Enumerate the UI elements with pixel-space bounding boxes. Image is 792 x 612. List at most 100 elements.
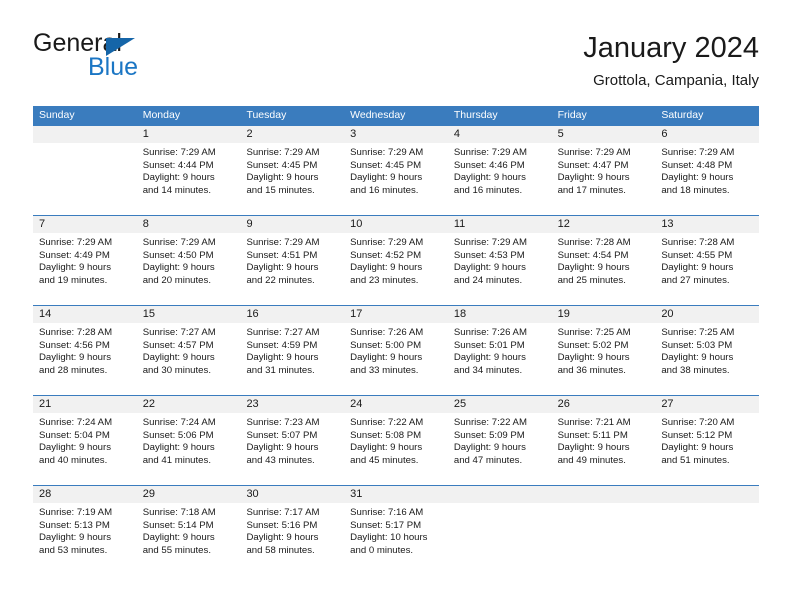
sunset-text: Sunset: 5:04 PM — [39, 429, 110, 441]
day-cell[interactable]: 29 Sunrise: 7:18 AM Sunset: 5:14 PM Dayl… — [136, 486, 241, 575]
day-cell[interactable]: 11 Sunrise: 7:29 AM Sunset: 4:53 PM Dayl… — [447, 216, 552, 305]
day-number: 19 — [557, 308, 570, 320]
day-cell[interactable]: 12 Sunrise: 7:28 AM Sunset: 4:54 PM Dayl… — [551, 216, 656, 305]
day-details: Sunrise: 7:28 AM Sunset: 4:56 PM Dayligh… — [33, 323, 137, 377]
daylight-text-line2: and 41 minutes. — [142, 454, 211, 466]
day-cell[interactable]: 2 Sunrise: 7:29 AM Sunset: 4:45 PM Dayli… — [240, 126, 345, 215]
day-cell[interactable]: 13 Sunrise: 7:28 AM Sunset: 4:55 PM Dayl… — [655, 216, 760, 305]
day-number-band: 1 — [136, 126, 241, 143]
day-cell[interactable]: 10 Sunrise: 7:29 AM Sunset: 4:52 PM Dayl… — [344, 216, 448, 305]
weekday-header-thursday: Thursday — [453, 109, 498, 121]
daylight-text-line2: and 51 minutes. — [661, 454, 730, 466]
day-cell[interactable]: 18 Sunrise: 7:26 AM Sunset: 5:01 PM Dayl… — [447, 306, 552, 395]
sunrise-text: Sunrise: 7:25 AM — [557, 327, 631, 338]
sunrise-text: Sunrise: 7:27 AM — [246, 327, 320, 338]
daylight-text-line2: and 27 minutes. — [661, 274, 730, 286]
day-cell[interactable] — [655, 486, 760, 575]
day-details: Sunrise: 7:29 AM Sunset: 4:44 PM Dayligh… — [137, 143, 241, 197]
daylight-text-line2: and 18 minutes. — [661, 184, 730, 196]
day-details: Sunrise: 7:28 AM Sunset: 4:54 PM Dayligh… — [552, 233, 656, 287]
day-details: Sunrise: 7:24 AM Sunset: 5:06 PM Dayligh… — [137, 413, 241, 467]
day-cell[interactable]: 27 Sunrise: 7:20 AM Sunset: 5:12 PM Dayl… — [655, 396, 760, 485]
day-details: Sunrise: 7:26 AM Sunset: 5:00 PM Dayligh… — [344, 323, 448, 377]
daylight-text-line2: and 36 minutes. — [557, 364, 626, 376]
day-cell[interactable]: 28 Sunrise: 7:19 AM Sunset: 5:13 PM Dayl… — [33, 486, 137, 575]
day-number-band: 6 — [655, 126, 760, 143]
day-number: 5 — [557, 128, 564, 140]
sunset-text: Sunset: 4:57 PM — [142, 339, 214, 351]
day-cell[interactable]: 24 Sunrise: 7:22 AM Sunset: 5:08 PM Dayl… — [344, 396, 448, 485]
daylight-text-line2: and 23 minutes. — [350, 274, 419, 286]
day-cell[interactable]: 15 Sunrise: 7:27 AM Sunset: 4:57 PM Dayl… — [136, 306, 241, 395]
day-number: 6 — [661, 128, 668, 140]
day-cell[interactable]: 25 Sunrise: 7:22 AM Sunset: 5:09 PM Dayl… — [447, 396, 552, 485]
day-cell[interactable] — [551, 486, 656, 575]
day-cell[interactable]: 7 Sunrise: 7:29 AM Sunset: 4:49 PM Dayli… — [33, 216, 137, 305]
week-row: 1 Sunrise: 7:29 AM Sunset: 4:44 PM Dayli… — [33, 125, 760, 215]
calendar-page: General Blue January 2024 Grottola, Camp… — [0, 0, 792, 612]
day-number: 3 — [350, 128, 357, 140]
day-number-band: 11 — [447, 216, 552, 233]
daylight-text-line1: Daylight: 9 hours — [142, 352, 215, 364]
sunrise-text: Sunrise: 7:29 AM — [453, 147, 527, 158]
weekday-header-wednesday: Wednesday — [350, 109, 406, 121]
sunset-text: Sunset: 4:59 PM — [246, 339, 318, 351]
day-cell[interactable]: 17 Sunrise: 7:26 AM Sunset: 5:00 PM Dayl… — [344, 306, 448, 395]
daylight-text-line1: Daylight: 9 hours — [453, 262, 526, 274]
sunrise-text: Sunrise: 7:18 AM — [142, 507, 216, 518]
sunset-text: Sunset: 4:48 PM — [661, 159, 733, 171]
day-cell[interactable]: 8 Sunrise: 7:29 AM Sunset: 4:50 PM Dayli… — [136, 216, 241, 305]
day-cell[interactable]: 5 Sunrise: 7:29 AM Sunset: 4:47 PM Dayli… — [551, 126, 656, 215]
sunrise-text: Sunrise: 7:25 AM — [661, 327, 735, 338]
day-details: Sunrise: 7:16 AM Sunset: 5:17 PM Dayligh… — [344, 503, 448, 557]
day-cell[interactable]: 4 Sunrise: 7:29 AM Sunset: 4:46 PM Dayli… — [447, 126, 552, 215]
weekday-header-saturday: Saturday — [661, 109, 704, 121]
daylight-text-line2: and 15 minutes. — [246, 184, 315, 196]
day-cell[interactable]: 16 Sunrise: 7:27 AM Sunset: 4:59 PM Dayl… — [240, 306, 345, 395]
day-number: 17 — [350, 308, 363, 320]
day-number: 12 — [557, 218, 570, 230]
sunset-text: Sunset: 5:07 PM — [246, 429, 318, 441]
day-number: 4 — [453, 128, 460, 140]
day-number: 28 — [39, 488, 52, 500]
day-number-band: 15 — [136, 306, 241, 323]
day-cell[interactable]: 20 Sunrise: 7:25 AM Sunset: 5:03 PM Dayl… — [655, 306, 760, 395]
day-cell[interactable]: 30 Sunrise: 7:17 AM Sunset: 5:16 PM Dayl… — [240, 486, 345, 575]
day-cell[interactable]: 9 Sunrise: 7:29 AM Sunset: 4:51 PM Dayli… — [240, 216, 345, 305]
day-cell[interactable]: 23 Sunrise: 7:23 AM Sunset: 5:07 PM Dayl… — [240, 396, 345, 485]
day-cell[interactable]: 14 Sunrise: 7:28 AM Sunset: 4:56 PM Dayl… — [33, 306, 137, 395]
day-number-band: 20 — [655, 306, 760, 323]
day-number-band: 27 — [655, 396, 760, 413]
day-number: 7 — [39, 218, 46, 230]
daylight-text-line2: and 28 minutes. — [39, 364, 108, 376]
day-cell[interactable] — [33, 126, 137, 215]
day-cell[interactable]: 21 Sunrise: 7:24 AM Sunset: 5:04 PM Dayl… — [33, 396, 137, 485]
sunset-text: Sunset: 5:12 PM — [661, 429, 733, 441]
sunset-text: Sunset: 4:53 PM — [453, 249, 525, 261]
daylight-text-line1: Daylight: 9 hours — [453, 442, 526, 454]
day-cell[interactable]: 19 Sunrise: 7:25 AM Sunset: 5:02 PM Dayl… — [551, 306, 656, 395]
day-cell[interactable]: 26 Sunrise: 7:21 AM Sunset: 5:11 PM Dayl… — [551, 396, 656, 485]
day-number-band: 2 — [240, 126, 345, 143]
day-number: 26 — [557, 398, 570, 410]
day-cell[interactable]: 1 Sunrise: 7:29 AM Sunset: 4:44 PM Dayli… — [136, 126, 241, 215]
sunrise-text: Sunrise: 7:22 AM — [453, 417, 527, 428]
day-cell[interactable]: 6 Sunrise: 7:29 AM Sunset: 4:48 PM Dayli… — [655, 126, 760, 215]
day-number: 18 — [453, 308, 467, 320]
daylight-text-line2: and 55 minutes. — [142, 544, 211, 556]
day-cell[interactable]: 22 Sunrise: 7:24 AM Sunset: 5:06 PM Dayl… — [136, 396, 241, 485]
day-cell[interactable] — [447, 486, 552, 575]
day-details — [448, 503, 552, 507]
day-number: 22 — [142, 398, 155, 410]
day-number-band: 10 — [344, 216, 448, 233]
day-cell[interactable]: 31 Sunrise: 7:16 AM Sunset: 5:17 PM Dayl… — [344, 486, 448, 575]
daylight-text-line2: and 17 minutes. — [557, 184, 626, 196]
day-cell[interactable]: 3 Sunrise: 7:29 AM Sunset: 4:45 PM Dayli… — [344, 126, 448, 215]
sunrise-text: Sunrise: 7:29 AM — [246, 147, 320, 158]
daylight-text-line2: and 43 minutes. — [246, 454, 315, 466]
day-details: Sunrise: 7:21 AM Sunset: 5:11 PM Dayligh… — [552, 413, 656, 467]
sunrise-text: Sunrise: 7:20 AM — [661, 417, 735, 428]
day-number-band: 12 — [551, 216, 656, 233]
day-number-band — [655, 486, 760, 503]
daylight-text-line1: Daylight: 9 hours — [246, 352, 319, 364]
